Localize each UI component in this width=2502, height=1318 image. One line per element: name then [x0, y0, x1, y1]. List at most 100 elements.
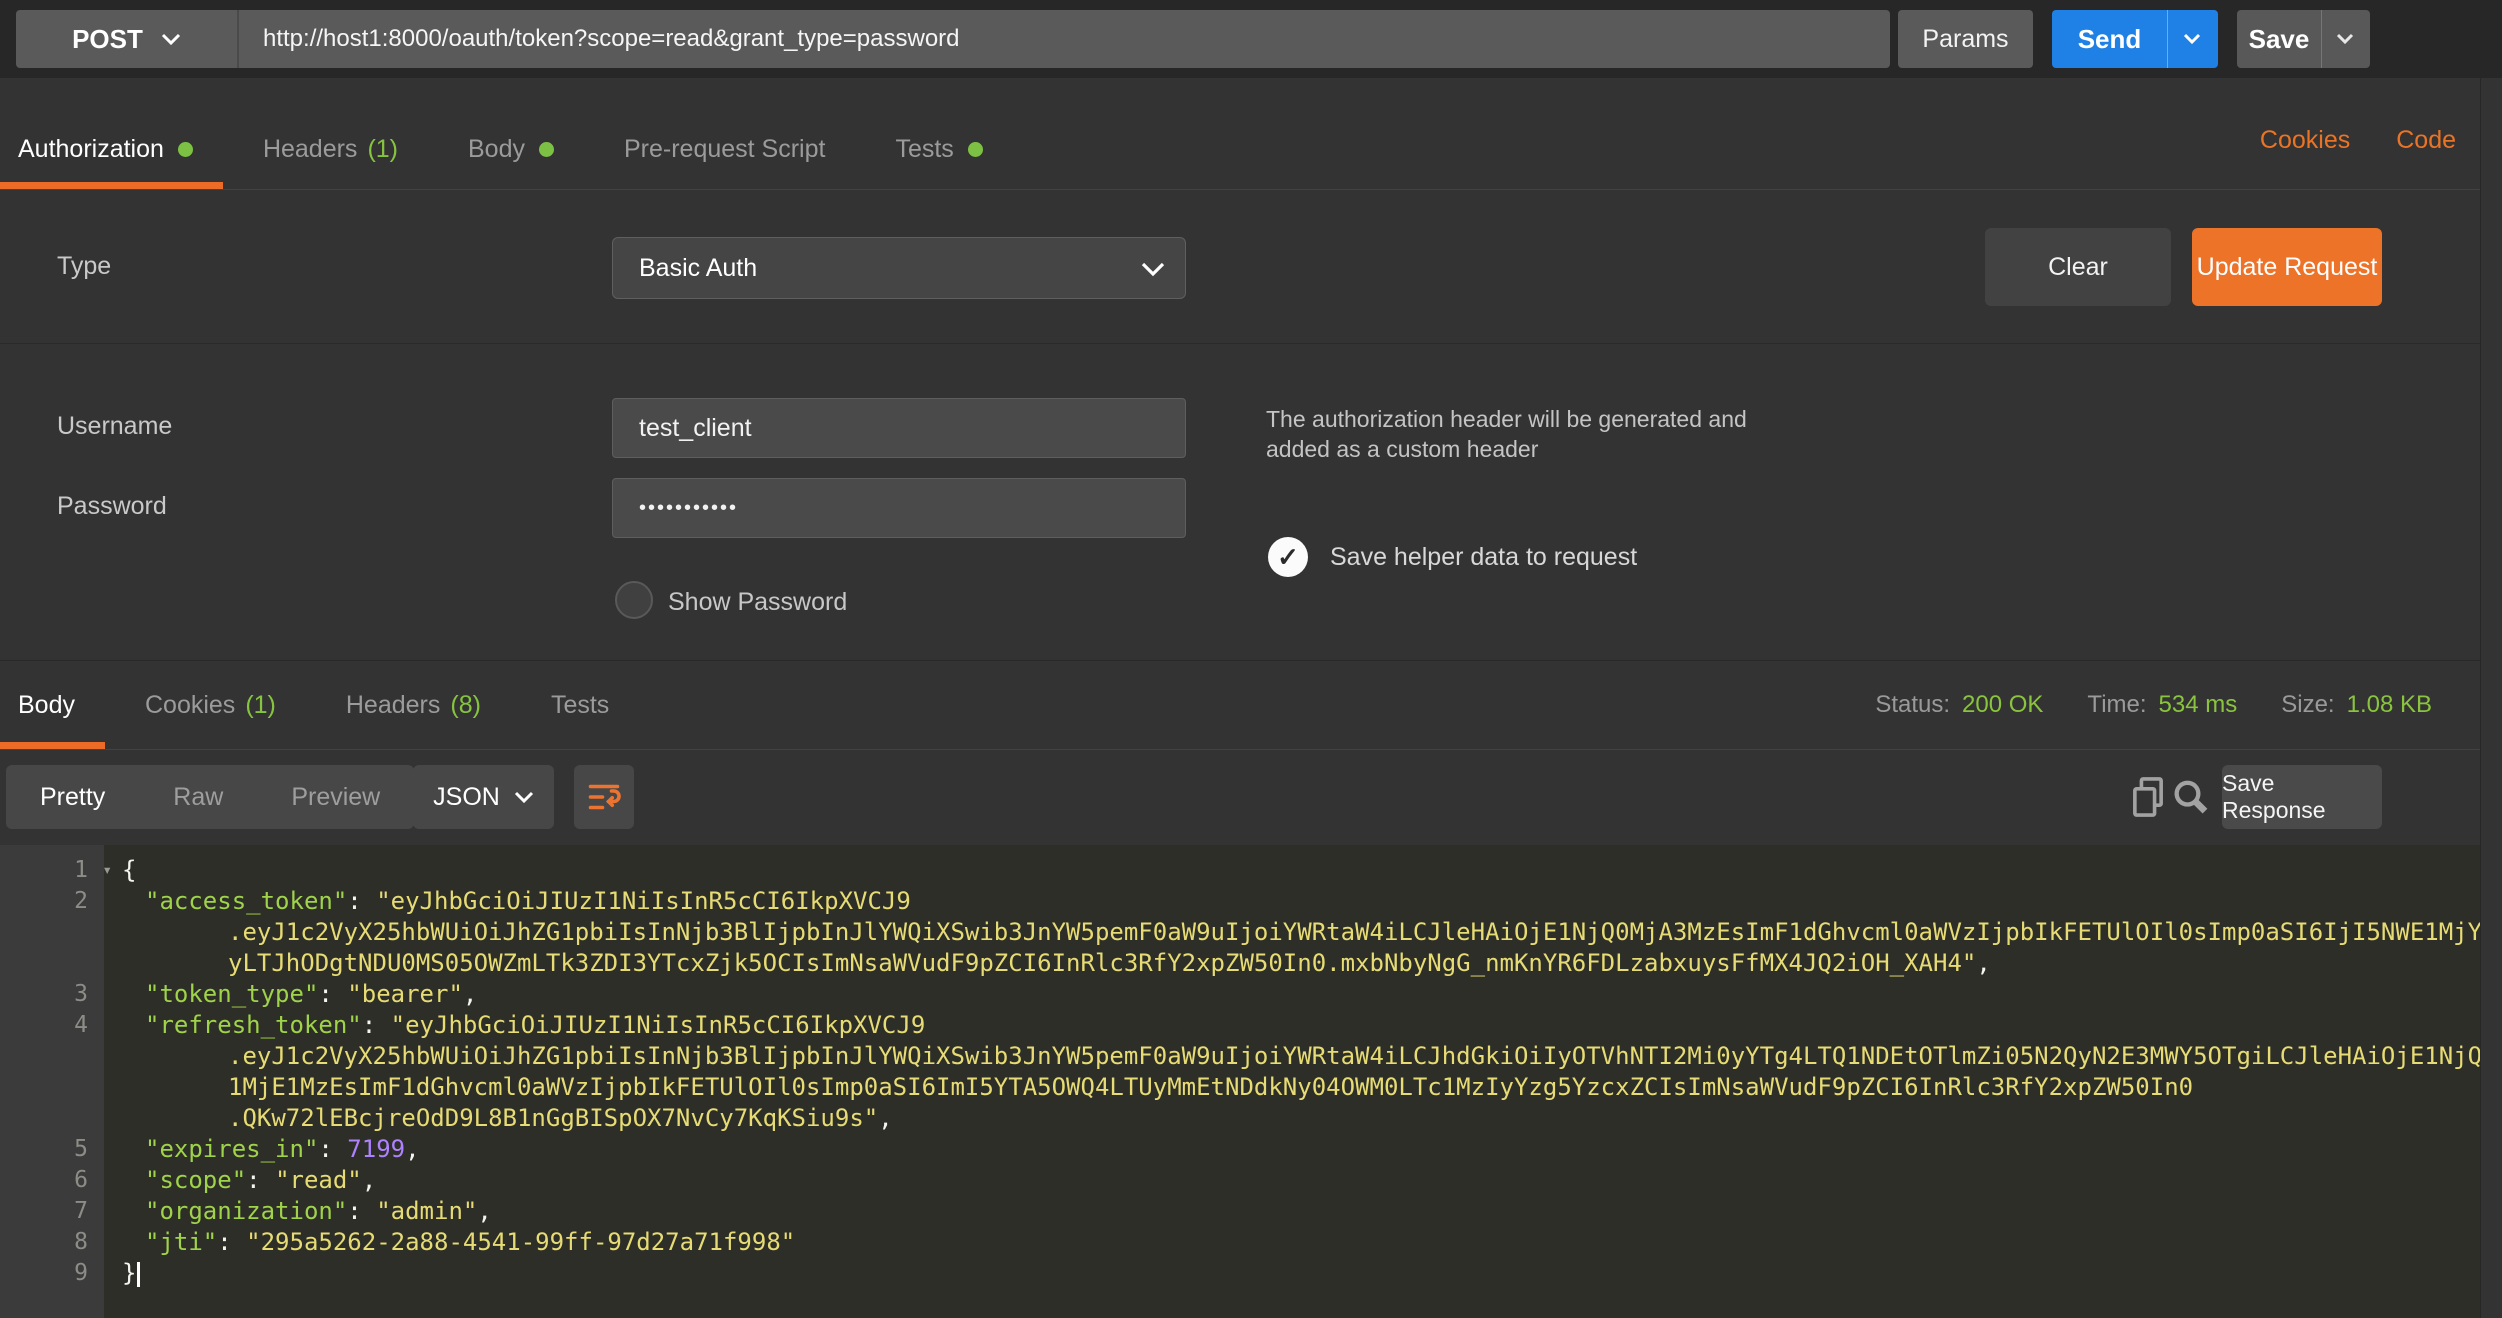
code-token: , — [463, 980, 477, 1008]
line-number: 3 — [0, 979, 104, 1010]
size-label: Size: — [2281, 691, 2334, 719]
text-cursor — [137, 1262, 140, 1287]
code-token: "expires_in" — [145, 1135, 318, 1163]
code-text: "scope": "read", — [104, 1165, 376, 1196]
code-token: yLTJhODgtNDU0MS05OWZmLTk3ZDI3YTcxZjk5OCI… — [228, 949, 1976, 977]
code-token: 7199 — [347, 1135, 405, 1163]
format-dropdown[interactable]: JSON — [413, 765, 554, 829]
postman-app-window: POST http://host1:8000/oauth/token?scope… — [0, 0, 2502, 1318]
tab-label: Body — [18, 691, 75, 720]
cookies-link[interactable]: Cookies — [2260, 126, 2350, 155]
search-response-button[interactable] — [2168, 772, 2212, 822]
code-line: .QKw72lEBcjreOdD9L8B1nGgBISpOX7NvCy7KqKS… — [0, 1103, 2502, 1134]
request-tab-bar: Authorization Headers(1) Body Pre-request S… — [0, 100, 2502, 190]
tab-body[interactable]: Body — [450, 110, 584, 189]
status-dot-icon — [539, 142, 554, 157]
tab-tests[interactable]: Tests — [877, 110, 1012, 189]
auth-type-select[interactable]: Basic Auth — [612, 237, 1186, 299]
save-options-button[interactable] — [2321, 10, 2370, 68]
copy-response-button[interactable] — [2126, 772, 2170, 822]
save-helper-label: Save helper data to request — [1330, 543, 1637, 572]
size-value: 1.08 KB — [2347, 691, 2432, 719]
code-line: 6"scope": "read", — [0, 1165, 2502, 1196]
code-line: 4"refresh_token": "eyJhbGciOiJIUzI1NiIsI… — [0, 1010, 2502, 1041]
response-body-editor[interactable]: 1▾{2"access_token": "eyJhbGciOiJIUzI1NiI… — [0, 845, 2502, 1318]
password-input[interactable]: ••••••••••• — [612, 478, 1186, 538]
response-tab-cookies[interactable]: Cookies(1) — [127, 661, 306, 749]
view-mode-pretty[interactable]: Pretty — [6, 783, 139, 812]
code-text: "refresh_token": "eyJhbGciOiJIUzI1NiIsIn… — [104, 1010, 925, 1041]
code-line: 2"access_token": "eyJhbGciOiJIUzI1NiIsIn… — [0, 886, 2502, 917]
response-tab-body[interactable]: Body — [0, 661, 105, 749]
right-panel-edge — [2480, 78, 2502, 1318]
code-line: 8"jti": "295a5262-2a88-4541-99ff-97d27a7… — [0, 1227, 2502, 1258]
view-mode-preview[interactable]: Preview — [257, 783, 414, 812]
code-token: : — [217, 1228, 246, 1256]
code-token: { — [122, 856, 136, 884]
tab-label: Headers — [263, 135, 358, 164]
code-link[interactable]: Code — [2396, 126, 2456, 155]
show-password-label: Show Password — [668, 588, 847, 617]
time-item: Time: 534 ms — [2087, 691, 2237, 719]
code-token: "access_token" — [145, 887, 347, 915]
params-button[interactable]: Params — [1898, 10, 2033, 68]
code-text: 1MjE1MzEsImF1dGhvcml0aWVzIjpbIkFETUlOIl0… — [104, 1072, 2193, 1103]
line-number: 4 — [0, 1010, 104, 1041]
chevron-down-icon — [2336, 32, 2356, 46]
code-token: "admin" — [376, 1197, 477, 1225]
tab-label: Authorization — [18, 135, 164, 164]
response-header: Body Cookies(1)Headers(8)Tests Status: 20… — [0, 660, 2502, 750]
code-line: .eyJ1c2VyX25hbWUiOiJhZG1pbiIsInNjb3BlIjp… — [0, 917, 2502, 948]
code-token: "jti" — [145, 1228, 217, 1256]
save-button-group: Save — [2237, 10, 2370, 68]
code-token: .eyJ1c2VyX25hbWUiOiJhZG1pbiIsInNjb3BlIjp… — [228, 918, 2482, 946]
status-item: Status: 200 OK — [1875, 691, 2043, 719]
method-dropdown[interactable]: POST — [16, 10, 239, 68]
line-number: 7 — [0, 1196, 104, 1227]
line-number: 8 — [0, 1227, 104, 1258]
code-text: "organization": "admin", — [104, 1196, 492, 1227]
line-number — [0, 948, 104, 979]
auth-helper-note: The authorization header will be generat… — [1266, 404, 1796, 464]
request-bar: POST http://host1:8000/oauth/token?scope… — [0, 0, 2502, 78]
code-token: : — [362, 1011, 391, 1039]
show-password-radio[interactable] — [615, 581, 653, 619]
wrap-text-button[interactable] — [574, 765, 634, 829]
save-response-button[interactable]: Save Response — [2222, 765, 2382, 829]
status-dot-icon — [968, 142, 983, 157]
username-input[interactable]: test_client — [612, 398, 1186, 458]
code-text: yLTJhODgtNDU0MS05OWZmLTk3ZDI3YTcxZjk5OCI… — [104, 948, 1991, 979]
line-number — [0, 1041, 104, 1072]
code-line: 1MjE1MzEsImF1dGhvcml0aWVzIjpbIkFETUlOIl0… — [0, 1072, 2502, 1103]
format-value: JSON — [433, 783, 500, 812]
tab-label: Headers — [346, 691, 441, 720]
code-token: : — [347, 887, 376, 915]
check-icon: ✓ — [1277, 542, 1299, 573]
save-helper-checkbox[interactable]: ✓ — [1268, 537, 1308, 577]
chevron-down-icon — [1141, 261, 1161, 275]
tab-pre-request-script[interactable]: Pre-request Script — [606, 110, 855, 189]
auth-type-value: Basic Auth — [613, 254, 1141, 283]
update-request-button[interactable]: Update Request — [2192, 228, 2382, 306]
view-mode-raw[interactable]: Raw — [139, 783, 257, 812]
clear-button[interactable]: Clear — [1985, 228, 2171, 306]
code-line: 5"expires_in": 7199, — [0, 1134, 2502, 1165]
code-token: , — [405, 1135, 419, 1163]
response-toolbar: PrettyRawPreview JSON — [0, 750, 2502, 845]
tab-authorization[interactable]: Authorization — [0, 110, 223, 189]
response-status-bar: Status: 200 OK Time: 534 ms Size: 1.08 K… — [1875, 661, 2432, 749]
save-button[interactable]: Save — [2237, 10, 2321, 68]
response-tab-headers[interactable]: Headers(8) — [328, 661, 511, 749]
code-line: yLTJhODgtNDU0MS05OWZmLTk3ZDI3YTcxZjk5OCI… — [0, 948, 2502, 979]
url-input[interactable]: http://host1:8000/oauth/token?scope=read… — [239, 25, 1890, 53]
fold-caret-icon[interactable]: ▾ — [102, 854, 112, 885]
response-tab-tests[interactable]: Tests — [533, 661, 639, 749]
copy-icon — [2128, 774, 2168, 820]
code-token: , — [477, 1197, 491, 1225]
type-label: Type — [57, 252, 111, 281]
send-options-button[interactable] — [2167, 10, 2218, 68]
code-token: "eyJhbGciOiJIUzI1NiIsInR5cCI6IkpXVCJ9 — [376, 887, 911, 915]
code-line: .eyJ1c2VyX25hbWUiOiJhZG1pbiIsInNjb3BlIjp… — [0, 1041, 2502, 1072]
send-button[interactable]: Send — [2052, 10, 2167, 68]
tab-headers[interactable]: Headers(1) — [245, 110, 428, 189]
